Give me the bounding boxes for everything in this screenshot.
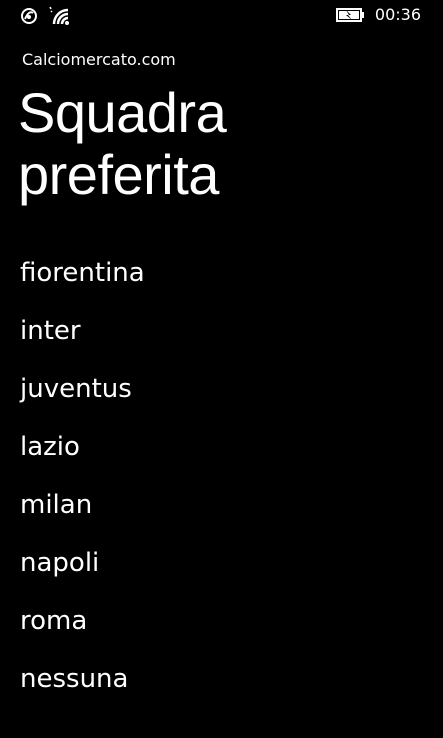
team-item-inter[interactable]: inter: [0, 308, 443, 366]
page-title-line-1: Squadra: [18, 81, 227, 144]
nfc-icon: [21, 8, 37, 24]
team-item-juventus[interactable]: juventus: [0, 366, 443, 424]
page-title-line-2: preferita: [18, 143, 219, 206]
team-item-nessuna[interactable]: nessuna: [0, 656, 443, 714]
status-icons-left: [20, 6, 70, 26]
battery-charging-icon: [335, 8, 364, 22]
app-name: Calciomercato.com: [22, 50, 176, 69]
status-time: 00:36: [374, 5, 421, 24]
status-icons-right: 00:36: [335, 5, 421, 25]
team-item-roma[interactable]: roma: [0, 598, 443, 656]
team-item-lazio[interactable]: lazio: [0, 424, 443, 482]
team-item-napoli[interactable]: napoli: [0, 540, 443, 598]
team-item-milan[interactable]: milan: [0, 482, 443, 540]
wifi-icon: [49, 6, 69, 25]
status-bar: 00:36: [0, 0, 443, 32]
team-item-fiorentina[interactable]: fiorentina: [0, 250, 443, 308]
team-list: fiorentina inter juventus lazio milan na…: [0, 250, 443, 714]
page-title: Squadra preferita: [18, 81, 227, 206]
